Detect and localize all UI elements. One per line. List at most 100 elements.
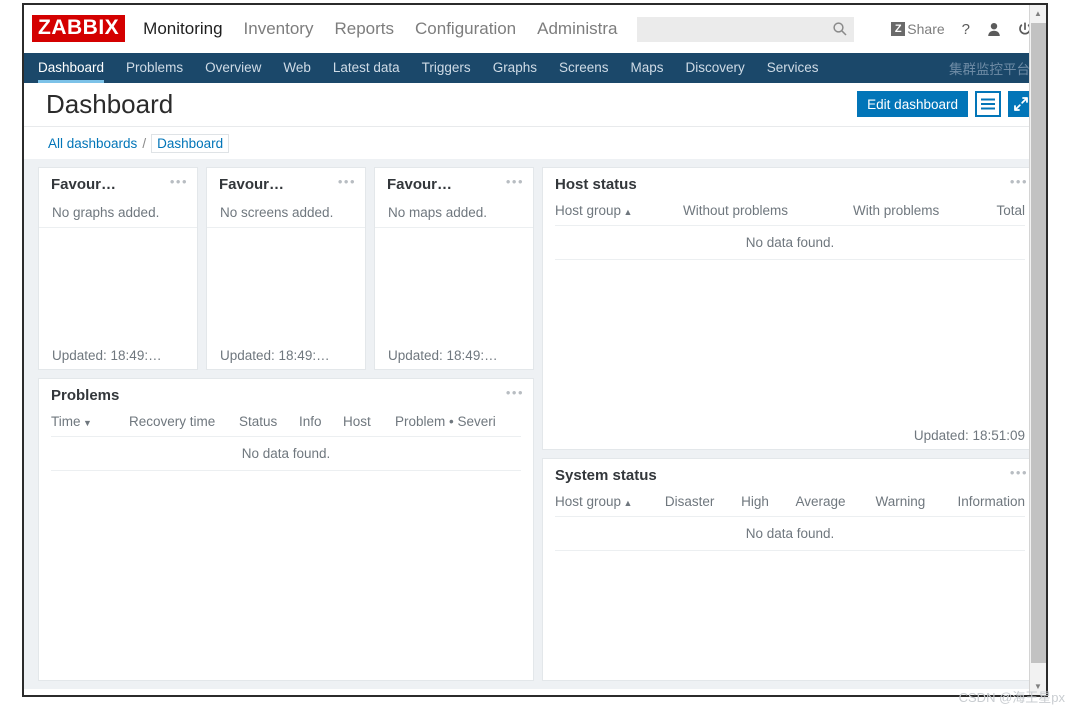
system-status-table: Host group ▲ Disaster High Average Warni… bbox=[555, 492, 1025, 551]
column-header-status[interactable]: Status bbox=[239, 412, 299, 437]
breadcrumb-current-dashboard[interactable]: Dashboard bbox=[151, 133, 230, 153]
widget-body: Host group ▲ Without problems With probl… bbox=[543, 201, 1037, 260]
expand-arrows-icon bbox=[1014, 97, 1028, 111]
nav-item-configuration[interactable]: Configuration bbox=[415, 19, 516, 39]
scroll-up-arrow-icon[interactable]: ▲ bbox=[1030, 5, 1046, 22]
hamburger-menu-icon bbox=[981, 98, 995, 110]
column-header-time[interactable]: Time ▼ bbox=[51, 412, 129, 437]
page-title-row: Dashboard Edit dashboard bbox=[24, 83, 1046, 127]
browser-window: ZABBIX Monitoring Inventory Reports Conf… bbox=[22, 3, 1048, 697]
widget-header: Favour… ••• bbox=[375, 168, 533, 201]
breadcrumb: All dashboards / Dashboard bbox=[24, 127, 1046, 159]
table-header-row: Time ▼ Recovery time Status Info Host Pr… bbox=[51, 412, 521, 437]
widget-title: Problems bbox=[51, 387, 120, 404]
widget-host-status[interactable]: Host status ••• Host group ▲ Without pro… bbox=[542, 167, 1038, 450]
header-actions: Z Share ? bbox=[891, 5, 1032, 53]
widget-menu-icon[interactable]: ••• bbox=[338, 175, 356, 188]
search-input[interactable] bbox=[637, 17, 827, 42]
breadcrumb-all-dashboards[interactable]: All dashboards bbox=[48, 136, 137, 151]
widget-empty-message: No maps added. bbox=[375, 201, 533, 228]
widget-title: Favour… bbox=[51, 176, 117, 193]
table-row: No data found. bbox=[51, 436, 521, 471]
widget-body: Time ▼ Recovery time Status Info Host Pr… bbox=[39, 412, 533, 471]
sort-asc-icon: ▲ bbox=[621, 207, 633, 217]
vertical-scrollbar[interactable]: ▲ ▼ bbox=[1029, 5, 1046, 695]
table-row: No data found. bbox=[555, 516, 1025, 551]
host-status-table: Host group ▲ Without problems With probl… bbox=[555, 201, 1025, 260]
zabbix-logo[interactable]: ZABBIX bbox=[32, 15, 126, 42]
column-header-without-problems[interactable]: Without problems bbox=[683, 201, 853, 226]
widget-menu-icon[interactable]: ••• bbox=[170, 175, 188, 188]
subnav-item-maps[interactable]: Maps bbox=[631, 53, 664, 83]
widget-header: Favour… ••• bbox=[39, 168, 197, 201]
breadcrumb-separator: / bbox=[142, 135, 147, 151]
widget-header: Problems ••• bbox=[39, 379, 533, 412]
sort-desc-icon: ▼ bbox=[80, 418, 92, 428]
problems-table: Time ▼ Recovery time Status Info Host Pr… bbox=[51, 412, 521, 471]
scrollbar-thumb[interactable] bbox=[1031, 23, 1046, 663]
widget-system-status[interactable]: System status ••• Host group ▲ Disaster … bbox=[542, 458, 1038, 681]
subnav-item-problems[interactable]: Problems bbox=[126, 53, 183, 83]
subnav-item-screens[interactable]: Screens bbox=[559, 53, 609, 83]
sub-navigation: Dashboard Problems Overview Web Latest d… bbox=[24, 53, 1046, 83]
widget-title: Favour… bbox=[387, 176, 453, 193]
column-header-problem-severity[interactable]: Problem • Severi bbox=[395, 412, 521, 437]
widget-title: System status bbox=[555, 467, 657, 484]
widget-menu-icon[interactable]: ••• bbox=[506, 386, 524, 399]
edit-dashboard-button[interactable]: Edit dashboard bbox=[857, 91, 968, 117]
share-label: Share bbox=[907, 21, 945, 37]
subnav-item-discovery[interactable]: Discovery bbox=[686, 53, 745, 83]
widget-menu-icon[interactable]: ••• bbox=[1010, 175, 1028, 188]
platform-brand-label: 集群监控平台 bbox=[949, 62, 1030, 77]
widget-header: Favour… ••• bbox=[207, 168, 365, 201]
sort-asc-icon: ▲ bbox=[621, 498, 633, 508]
widget-menu-icon[interactable]: ••• bbox=[1010, 466, 1028, 479]
widget-favourite-graphs[interactable]: Favour… ••• No graphs added. Updated: 18… bbox=[38, 167, 198, 370]
subnav-item-overview[interactable]: Overview bbox=[205, 53, 261, 83]
table-header-row: Host group ▲ Disaster High Average Warni… bbox=[555, 492, 1025, 517]
dashboard-menu-button[interactable] bbox=[975, 91, 1001, 117]
column-header-host-group[interactable]: Host group ▲ bbox=[555, 201, 683, 226]
widget-menu-icon[interactable]: ••• bbox=[506, 175, 524, 188]
nav-item-reports[interactable]: Reports bbox=[334, 19, 394, 39]
help-icon[interactable]: ? bbox=[962, 22, 970, 37]
column-header-information[interactable]: Information bbox=[957, 492, 1025, 517]
subnav-item-dashboard[interactable]: Dashboard bbox=[38, 53, 105, 83]
subnav-item-triggers[interactable]: Triggers bbox=[422, 53, 471, 83]
nav-item-inventory[interactable]: Inventory bbox=[244, 19, 314, 39]
column-header-recovery-time[interactable]: Recovery time bbox=[129, 412, 239, 437]
page-actions: Edit dashboard bbox=[857, 91, 1034, 117]
user-profile-icon[interactable] bbox=[987, 22, 1001, 37]
widget-favourite-maps[interactable]: Favour… ••• No maps added. Updated: 18:4… bbox=[374, 167, 534, 370]
column-header-warning[interactable]: Warning bbox=[875, 492, 957, 517]
widget-favourite-screens[interactable]: Favour… ••• No screens added. Updated: 1… bbox=[206, 167, 366, 370]
global-search-box[interactable] bbox=[637, 17, 854, 42]
column-header-average[interactable]: Average bbox=[795, 492, 875, 517]
subnav-item-latest-data[interactable]: Latest data bbox=[333, 53, 400, 83]
column-header-info[interactable]: Info bbox=[299, 412, 343, 437]
nav-item-monitoring[interactable]: Monitoring bbox=[143, 19, 222, 39]
subnav-item-graphs[interactable]: Graphs bbox=[493, 53, 537, 83]
widget-problems[interactable]: Problems ••• Time ▼ Recovery time Status… bbox=[38, 378, 534, 681]
column-header-high[interactable]: High bbox=[741, 492, 795, 517]
column-header-with-problems[interactable]: With problems bbox=[853, 201, 973, 226]
subnav-item-services[interactable]: Services bbox=[767, 53, 819, 83]
subnav-item-web[interactable]: Web bbox=[283, 53, 311, 83]
zabbix-share-badge-icon: Z bbox=[891, 22, 906, 36]
column-header-disaster[interactable]: Disaster bbox=[665, 492, 741, 517]
widget-updated-time: Updated: 18:49:… bbox=[388, 348, 498, 363]
dashboard-grid: Favour… ••• No graphs added. Updated: 18… bbox=[24, 159, 1046, 689]
column-header-host[interactable]: Host bbox=[343, 412, 395, 437]
page-title: Dashboard bbox=[46, 89, 174, 119]
share-button[interactable]: Z Share bbox=[891, 21, 945, 37]
nav-item-administration[interactable]: Administra bbox=[537, 19, 617, 39]
column-header-host-group[interactable]: Host group ▲ bbox=[555, 492, 665, 517]
no-data-message: No data found. bbox=[555, 225, 1025, 260]
no-data-message: No data found. bbox=[555, 516, 1025, 551]
search-icon bbox=[833, 22, 847, 36]
column-header-total[interactable]: Total bbox=[973, 201, 1025, 226]
table-header-row: Host group ▲ Without problems With probl… bbox=[555, 201, 1025, 226]
no-data-message: No data found. bbox=[51, 436, 521, 471]
widget-title: Host status bbox=[555, 176, 637, 193]
widget-header: System status ••• bbox=[543, 459, 1037, 492]
